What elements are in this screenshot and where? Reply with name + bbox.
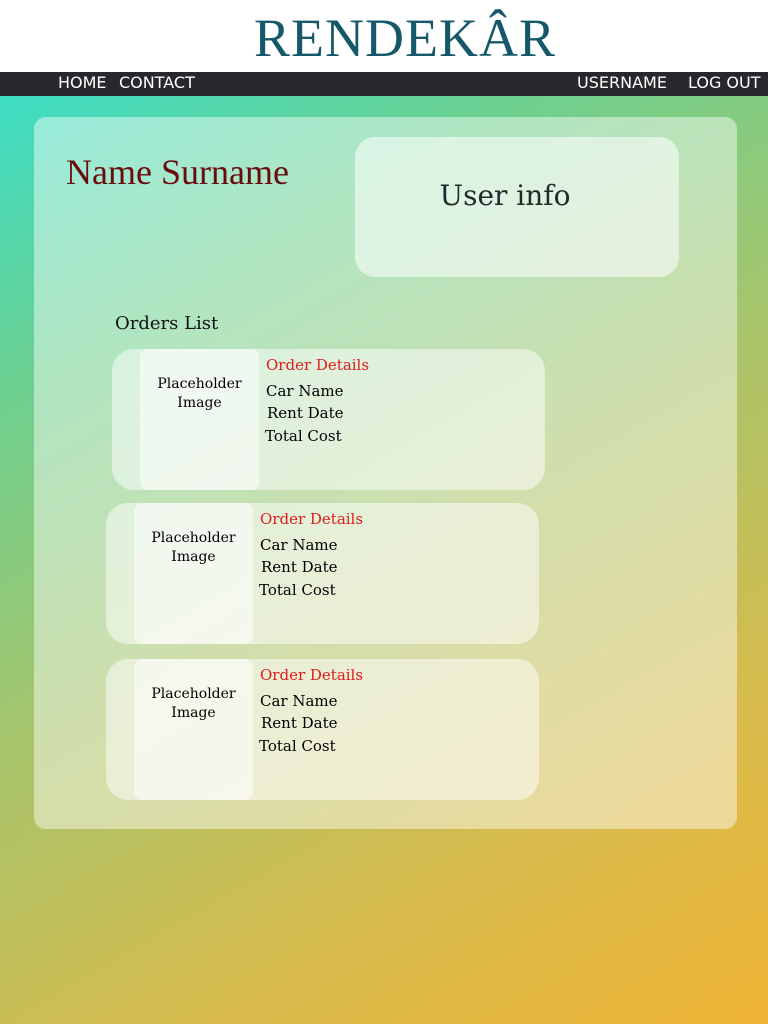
top-nav: HOME CONTACT USERNAME LOG OUT (0, 72, 768, 96)
orders-list-title: Orders List (115, 313, 219, 334)
order-total-cost: Total Cost (259, 581, 336, 599)
user-info-box: User info (355, 137, 679, 277)
order-car-name: Car Name (260, 692, 338, 710)
nav-link-logout[interactable]: LOG OUT (688, 72, 761, 94)
order-rent-date: Rent Date (261, 714, 338, 732)
profile-panel: Name Surname User info Orders List Place… (34, 117, 737, 829)
order-car-name: Car Name (260, 536, 338, 554)
order-details-title: Order Details (266, 356, 370, 374)
order-card[interactable]: Placeholder Image Order Details Car Name… (112, 349, 545, 490)
order-rent-date: Rent Date (267, 404, 344, 422)
order-total-cost: Total Cost (259, 737, 336, 755)
order-total-cost: Total Cost (265, 427, 342, 445)
nav-link-home[interactable]: HOME (58, 72, 107, 94)
profile-name: Name Surname (66, 152, 289, 192)
user-info-label: User info (439, 179, 571, 212)
order-card[interactable]: Placeholder Image Order Details Car Name… (106, 503, 539, 644)
order-card[interactable]: Placeholder Image Order Details Car Name… (106, 659, 539, 800)
order-details-title: Order Details (260, 666, 364, 684)
order-image-placeholder: Placeholder Image (134, 659, 253, 800)
order-image-label: Placeholder Image (151, 530, 236, 565)
order-image-label: Placeholder Image (151, 686, 236, 721)
order-image-placeholder: Placeholder Image (140, 349, 259, 490)
brand-logo[interactable]: RENDEKÂR (254, 6, 584, 70)
nav-link-contact[interactable]: CONTACT (119, 72, 195, 94)
header-bar: RENDEKÂR (0, 0, 768, 72)
nav-link-username[interactable]: USERNAME (577, 72, 667, 94)
order-car-name: Car Name (266, 382, 344, 400)
order-rent-date: Rent Date (261, 558, 338, 576)
order-details-title: Order Details (260, 510, 364, 528)
order-image-label: Placeholder Image (157, 376, 242, 411)
order-image-placeholder: Placeholder Image (134, 503, 253, 644)
